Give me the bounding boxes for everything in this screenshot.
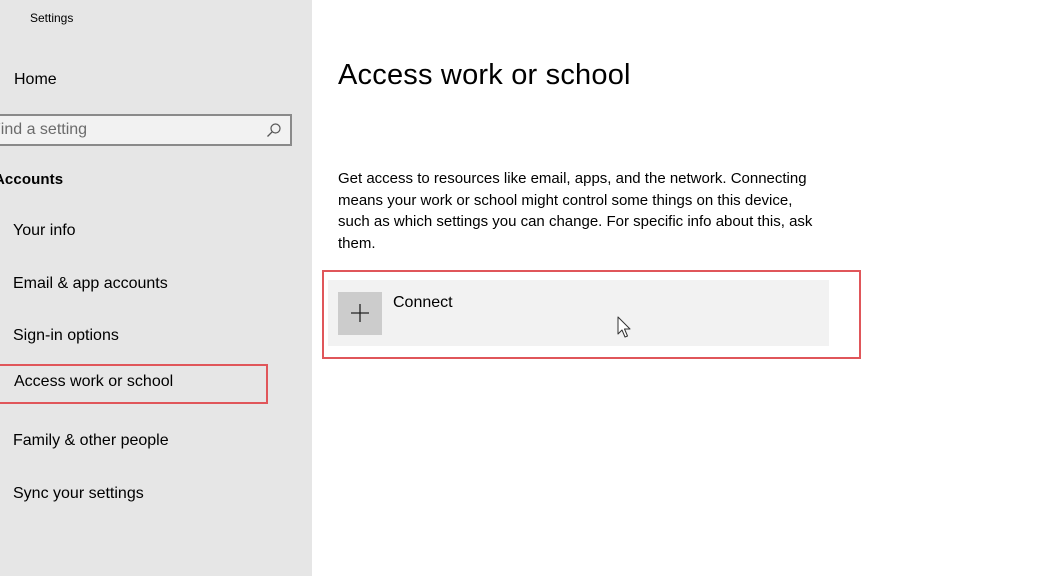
sidebar-item-label: Your info xyxy=(13,222,76,239)
nav-list: Your info Email & app accounts Sign-in o… xyxy=(0,206,312,522)
plus-icon xyxy=(351,304,369,322)
sidebar-item-home[interactable]: Home xyxy=(0,62,300,98)
sidebar-item-sync-your-settings[interactable]: Sync your settings xyxy=(0,469,312,522)
page-description: Get access to resources like email, apps… xyxy=(338,170,813,253)
app-title: Settings xyxy=(30,11,74,25)
section-title: Accounts xyxy=(0,171,64,188)
sidebar: Settings Home Accounts Your info Email &… xyxy=(0,0,312,576)
mouse-cursor-icon xyxy=(617,316,631,338)
sidebar-item-label: Sync your settings xyxy=(13,484,144,502)
main-content: Access work or school Get access to reso… xyxy=(312,0,1038,576)
connect-label: Connect xyxy=(393,294,453,311)
home-label: Home xyxy=(14,71,57,88)
page-title: Access work or school xyxy=(338,59,631,91)
sidebar-item-access-work-or-school[interactable]: Access work or school xyxy=(0,363,312,417)
sidebar-item-sign-in-options[interactable]: Sign-in options xyxy=(0,311,312,364)
sidebar-item-label: Access work or school xyxy=(14,372,174,390)
connect-icon-tile xyxy=(338,292,382,335)
search-input[interactable] xyxy=(0,116,266,144)
sidebar-item-email-app-accounts[interactable]: Email & app accounts xyxy=(0,259,312,312)
sidebar-item-your-info[interactable]: Your info xyxy=(0,206,312,259)
sidebar-item-family-other-people[interactable]: Family & other people xyxy=(0,416,312,469)
search-box[interactable] xyxy=(0,114,292,146)
sidebar-item-label: Family & other people xyxy=(13,432,169,450)
sidebar-item-label: Sign-in options xyxy=(13,327,119,345)
search-icon[interactable] xyxy=(266,122,282,138)
connect-button[interactable]: Connect xyxy=(328,280,829,346)
sidebar-item-label: Email & app accounts xyxy=(13,274,168,292)
